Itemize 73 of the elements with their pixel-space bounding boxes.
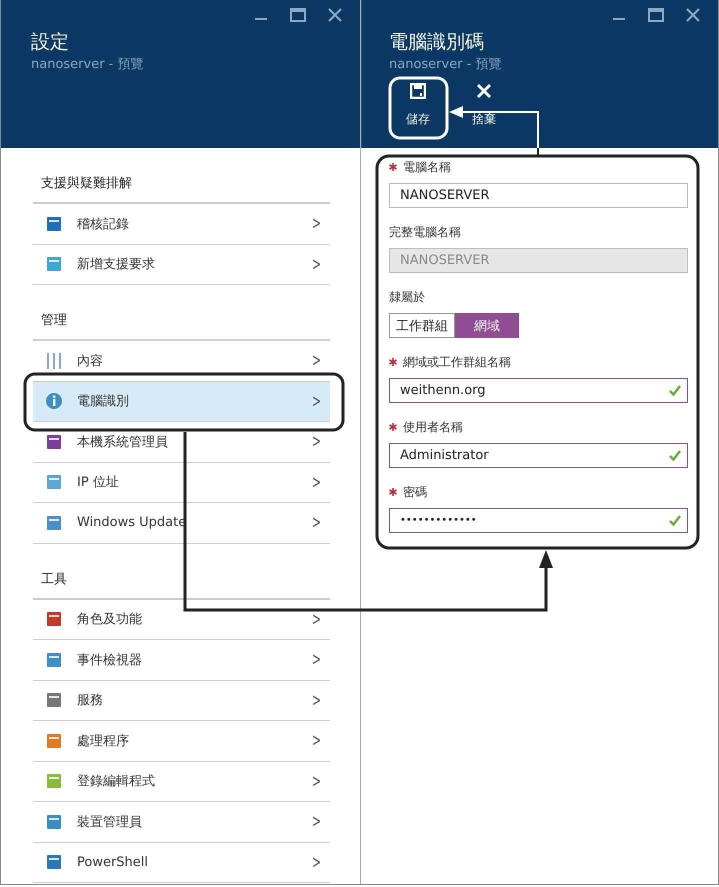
chevron-icon: >: [312, 770, 321, 792]
blade-title: 設定: [31, 30, 70, 54]
check-icon: [669, 385, 681, 396]
blade-subtitle: nanoserver - 預覽: [31, 56, 145, 73]
save-button[interactable]: 儲存: [389, 83, 447, 128]
discard-button[interactable]: 捨棄: [455, 83, 513, 128]
item-icon: [45, 610, 63, 628]
input-field[interactable]: •••••••••••••: [389, 508, 688, 533]
item-icon: [45, 812, 63, 831]
blade-subtitle: nanoserver - 預覽: [389, 56, 503, 73]
section-heading: 工具: [41, 570, 67, 588]
item-icon: [45, 853, 63, 872]
chevron-icon: >: [312, 512, 321, 534]
item-icon: [45, 691, 63, 710]
close-icon[interactable]: [686, 8, 700, 22]
chevron-icon: >: [312, 254, 321, 275]
menu-item[interactable]: 本機系統管理員 >: [33, 422, 330, 462]
input-field[interactable]: Administrator: [389, 443, 688, 468]
menu-item[interactable]: 角色及功能 >: [33, 600, 330, 640]
menu-item[interactable]: 裝置管理員 >: [33, 802, 330, 842]
item-icon: [45, 473, 63, 492]
item-icon: [45, 214, 63, 233]
field-label: 電腦名稱: [403, 158, 451, 176]
field-label: 完整電腦名稱: [389, 224, 461, 240]
toggle-option[interactable]: 工作群組: [389, 313, 455, 338]
menu-item[interactable]: 新增支援要求 >: [33, 244, 330, 285]
input-field[interactable]: NANOSERVER: [389, 183, 688, 208]
item-icon: [45, 432, 63, 451]
section-heading: 管理: [41, 312, 67, 329]
chevron-icon: >: [312, 213, 321, 234]
item-icon: [45, 392, 63, 410]
chevron-icon: >: [312, 472, 321, 493]
chevron-icon: >: [312, 811, 321, 832]
callout-frame: [388, 76, 448, 140]
section-heading: 支援與疑難排解: [41, 175, 132, 192]
chevron-icon: >: [312, 690, 321, 711]
toggle-option[interactable]: 網域: [455, 313, 519, 338]
item-icon: [45, 732, 63, 750]
menu-item[interactable]: 服務 >: [33, 680, 330, 721]
field-label: 隸屬於: [389, 288, 425, 306]
menu-item[interactable]: 電腦識別 >: [33, 382, 330, 422]
item-icon: [45, 255, 63, 274]
field-label: 使用者名稱: [403, 418, 463, 436]
menu-item[interactable]: 稽核記錄 >: [33, 204, 330, 244]
input-field[interactable]: weithenn.org: [389, 378, 688, 403]
menu-item[interactable]: Windows Update >: [33, 503, 330, 544]
maximize-icon[interactable]: [648, 8, 664, 22]
field-label: 網域或工作群組名稱: [403, 354, 511, 370]
chevron-icon: >: [312, 730, 321, 752]
item-icon: [45, 514, 63, 532]
close-icon[interactable]: [328, 8, 342, 22]
item-icon: [45, 352, 63, 370]
chevron-icon: >: [312, 390, 321, 412]
chevron-icon: >: [312, 608, 321, 630]
menu-item[interactable]: PowerShell >: [33, 842, 330, 883]
item-icon: [45, 772, 63, 790]
chevron-icon: >: [312, 350, 321, 372]
save-icon: [410, 83, 426, 99]
menu-item[interactable]: 處理程序 >: [33, 721, 330, 762]
item-icon: [45, 650, 63, 669]
chevron-icon: >: [312, 649, 321, 670]
chevron-icon: >: [312, 852, 321, 873]
menu-item[interactable]: 登錄編輯程式 >: [33, 762, 330, 802]
input-field: NANOSERVER: [389, 248, 688, 273]
check-icon: [669, 450, 681, 461]
menu-item[interactable]: 事件檢視器 >: [33, 640, 330, 680]
blade-title: 電腦識別碼: [389, 30, 485, 54]
check-icon: [669, 515, 681, 526]
field-label: 密碼: [403, 484, 427, 500]
menu-item[interactable]: IP 位址 >: [33, 462, 330, 503]
chevron-icon: >: [312, 431, 321, 452]
maximize-icon[interactable]: [290, 8, 306, 22]
close-icon: [476, 83, 492, 99]
